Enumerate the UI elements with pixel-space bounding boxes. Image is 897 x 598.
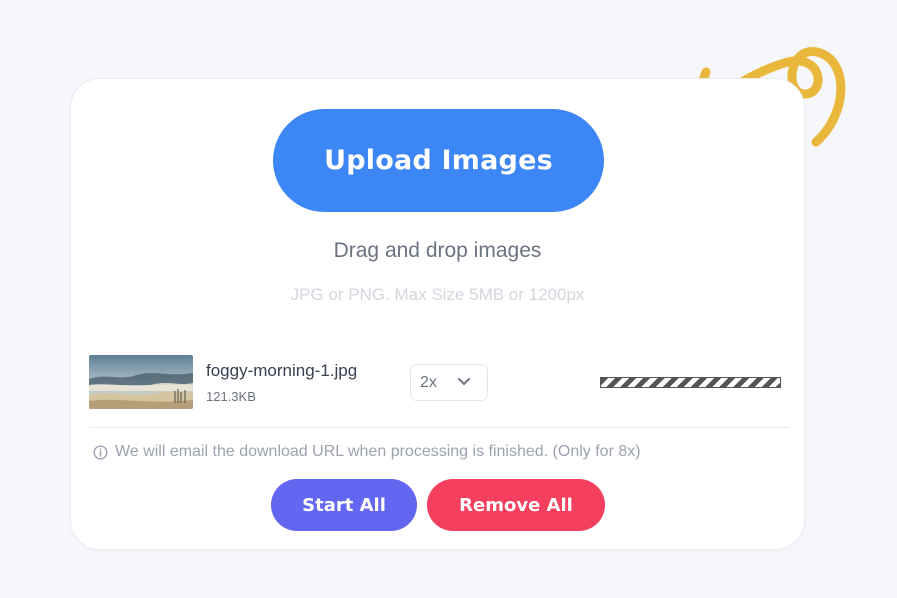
file-row: foggy-morning-1.jpg 121.3KB 2x (89, 355, 789, 411)
file-size: 121.3KB (206, 389, 256, 404)
info-circle-icon (93, 444, 108, 460)
progress-fill (601, 378, 780, 387)
upload-card: Upload Images Drag and drop images JPG o… (70, 78, 805, 550)
start-all-button[interactable]: Start All (271, 479, 417, 531)
chevron-down-icon (458, 378, 470, 385)
email-notice: We will email the download URL when proc… (93, 443, 641, 461)
upload-images-button[interactable]: Upload Images (273, 109, 604, 212)
remove-all-button[interactable]: Remove All (427, 479, 605, 531)
email-notice-text: We will email the download URL when proc… (115, 443, 641, 460)
scale-value: 2x (420, 373, 437, 391)
progress-bar (600, 377, 781, 388)
file-name: foggy-morning-1.jpg (206, 361, 358, 380)
file-requirements-hint: JPG or PNG. Max Size 5MB or 1200px (290, 285, 585, 304)
divider (89, 427, 789, 428)
file-thumbnail (89, 355, 193, 409)
scale-select[interactable]: 2x (410, 364, 488, 401)
drag-drop-text: Drag and drop images (333, 239, 542, 262)
